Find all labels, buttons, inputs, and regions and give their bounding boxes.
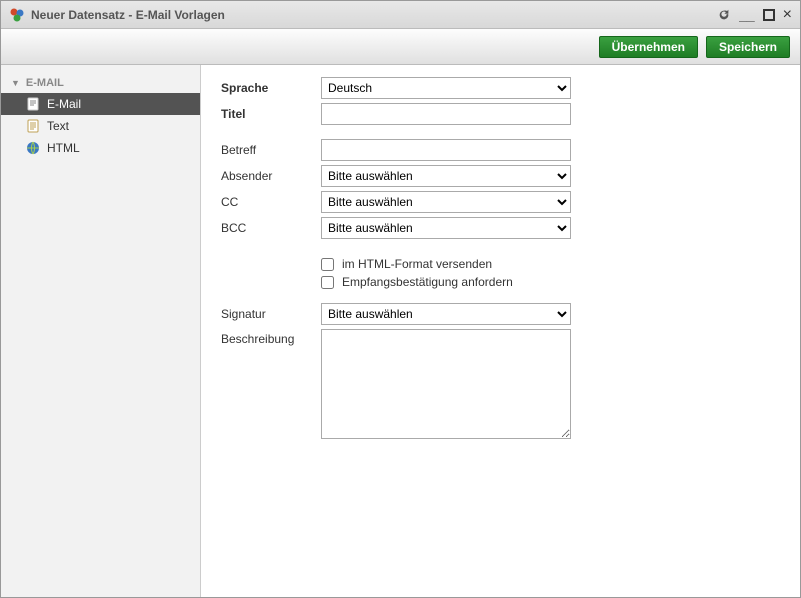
text-icon <box>25 118 41 134</box>
window-controls: __ × <box>717 6 792 24</box>
sidebar-item-label: E-Mail <box>47 97 81 111</box>
language-select[interactable]: Deutsch <box>321 77 571 99</box>
html-format-checkbox[interactable] <box>321 258 334 271</box>
sidebar-header-email[interactable]: ▼ E-MAIL <box>1 73 200 93</box>
label-title: Titel <box>221 107 321 121</box>
sidebar-item-html[interactable]: HTML <box>1 137 200 159</box>
body: ▼ E-MAIL E-Mail Text HTML <box>1 65 800 597</box>
label-cc: CC <box>221 195 321 209</box>
window-title: Neuer Datensatz - E-Mail Vorlagen <box>31 8 717 22</box>
label-subject: Betreff <box>221 143 321 157</box>
label-language: Sprache <box>221 81 321 95</box>
close-icon[interactable]: × <box>783 6 792 24</box>
html-format-label: im HTML-Format versenden <box>342 257 492 271</box>
sidebar-header-label: E-MAIL <box>26 77 64 89</box>
sidebar-item-email[interactable]: E-Mail <box>1 93 200 115</box>
sidebar-item-label: Text <box>47 119 69 133</box>
description-textarea[interactable] <box>321 329 571 439</box>
title-input[interactable] <box>321 103 571 125</box>
globe-icon <box>25 140 41 156</box>
sender-select[interactable]: Bitte auswählen <box>321 165 571 187</box>
bcc-select[interactable]: Bitte auswählen <box>321 217 571 239</box>
read-receipt-label: Empfangsbestätigung anfordern <box>342 275 513 289</box>
signature-select[interactable]: Bitte auswählen <box>321 303 571 325</box>
page-icon <box>25 96 41 112</box>
maximize-icon[interactable] <box>763 9 775 21</box>
save-button[interactable]: Speichern <box>706 36 790 58</box>
refresh-icon[interactable] <box>717 8 731 22</box>
label-description: Beschreibung <box>221 329 321 346</box>
chevron-down-icon: ▼ <box>11 78 20 88</box>
sidebar-item-label: HTML <box>47 141 80 155</box>
toolbar: Übernehmen Speichern <box>1 29 800 65</box>
main-panel: Sprache Deutsch Titel Betreff <box>201 65 800 597</box>
minimize-icon[interactable]: __ <box>739 7 755 23</box>
label-sender: Absender <box>221 169 321 183</box>
subject-input[interactable] <box>321 139 571 161</box>
label-signature: Signatur <box>221 307 321 321</box>
app-icon <box>9 7 25 23</box>
label-bcc: BCC <box>221 221 321 235</box>
sidebar: ▼ E-MAIL E-Mail Text HTML <box>1 65 201 597</box>
titlebar: Neuer Datensatz - E-Mail Vorlagen __ × <box>1 1 800 29</box>
window: Neuer Datensatz - E-Mail Vorlagen __ × Ü… <box>0 0 801 598</box>
sidebar-item-text[interactable]: Text <box>1 115 200 137</box>
apply-button[interactable]: Übernehmen <box>599 36 698 58</box>
read-receipt-checkbox[interactable] <box>321 276 334 289</box>
cc-select[interactable]: Bitte auswählen <box>321 191 571 213</box>
